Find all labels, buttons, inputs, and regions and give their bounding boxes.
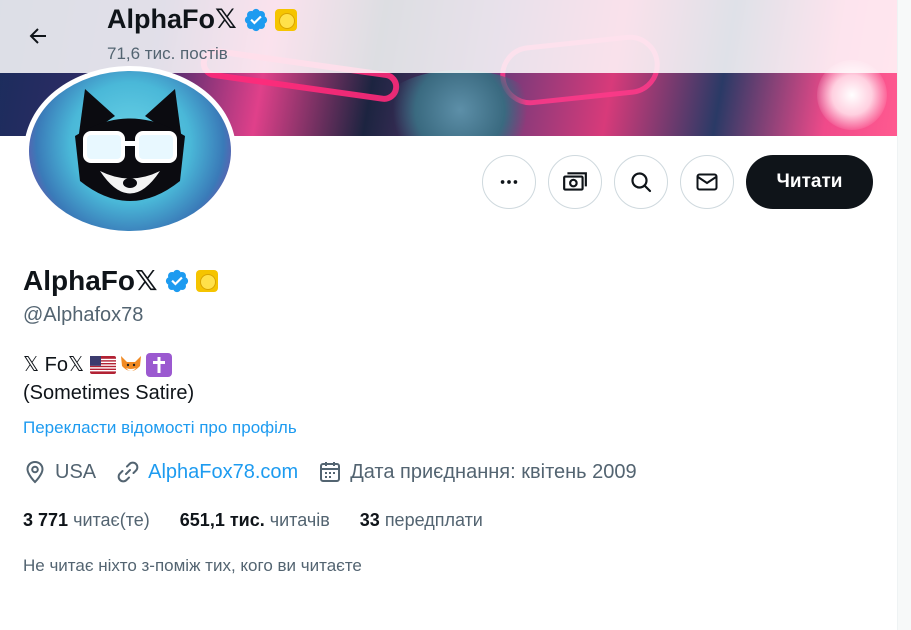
subscribe-icon <box>563 172 587 191</box>
followers-stat[interactable]: 651,1 тис. читачів <box>180 510 330 531</box>
us-flag-icon <box>90 353 117 377</box>
followers-count: 651,1 тис. <box>179 510 265 530</box>
fox-icon <box>118 353 144 377</box>
website[interactable]: AlphaFox78.com <box>116 460 298 484</box>
join-date: Дата приєднання: квітень 2009 <box>318 460 637 484</box>
profile-header-bar: AlphaFo𝕏 71,6 тис. постів <box>0 0 897 73</box>
mail-icon <box>696 173 718 191</box>
follow-button[interactable]: Читати <box>746 155 873 209</box>
subscriptions-label: передплати <box>384 510 483 530</box>
profile-handle: @Alphafox78 <box>23 304 144 326</box>
followers-label: читачів <box>269 510 330 530</box>
profile-name: AlphaFo𝕏 <box>23 265 158 296</box>
cross-icon <box>146 352 173 377</box>
bio-line: 𝕏 Fo𝕏 <box>23 352 173 377</box>
following-label: читає(те) <box>73 510 150 530</box>
bio-line: (Sometimes Satire) <box>23 382 195 404</box>
following-stat[interactable]: 3 771 читає(те) <box>23 510 150 531</box>
followers-you-know-note: Не читає ніхто з-поміж тих, кого ви чита… <box>23 556 362 575</box>
more-icon <box>500 180 518 184</box>
calendar-icon <box>320 462 341 482</box>
avatar[interactable] <box>24 66 236 236</box>
following-count: 3 771 <box>23 510 69 530</box>
location-text: USA <box>55 460 97 483</box>
fox-avatar-icon <box>75 89 185 201</box>
link-icon <box>117 461 139 483</box>
back-button[interactable] <box>18 16 58 56</box>
scrollbar[interactable] <box>897 0 911 630</box>
subscribe-button[interactable] <box>548 155 602 209</box>
subscriptions-count: 33 <box>359 510 380 530</box>
gold-badge-icon[interactable] <box>195 269 218 292</box>
arrow-left-icon <box>29 28 46 44</box>
profile-name-row: AlphaFo𝕏 <box>23 264 218 297</box>
website-link[interactable]: AlphaFox78.com <box>148 461 298 484</box>
header-post-count: 71,6 тис. постів <box>107 44 228 63</box>
verified-badge-icon[interactable] <box>164 268 190 294</box>
search-button[interactable] <box>614 155 668 209</box>
search-icon <box>631 172 652 193</box>
subscriptions-stat[interactable]: 33 передплати <box>360 510 483 531</box>
translate-bio-link[interactable]: Перекласти відомості про профіль <box>23 418 297 438</box>
message-button[interactable] <box>680 155 734 209</box>
location-icon <box>26 460 44 484</box>
join-date-text: Дата приєднання: квітень 2009 <box>350 460 637 483</box>
profile-stats: 3 771 читає(те) 651,1 тис. читачів 33 пе… <box>23 510 513 531</box>
more-button[interactable] <box>482 155 536 209</box>
header-name: AlphaFo𝕏 <box>107 4 237 34</box>
header-title: AlphaFo𝕏 <box>107 4 297 35</box>
bio-text: 𝕏 Fo𝕏 <box>23 354 85 376</box>
verified-badge-icon <box>244 8 267 31</box>
profile-meta: USA AlphaFox78.com Дата приєднання: квіт… <box>23 460 657 484</box>
location: USA <box>23 460 96 484</box>
gold-badge-icon <box>274 8 297 31</box>
avatar-image <box>29 71 231 231</box>
